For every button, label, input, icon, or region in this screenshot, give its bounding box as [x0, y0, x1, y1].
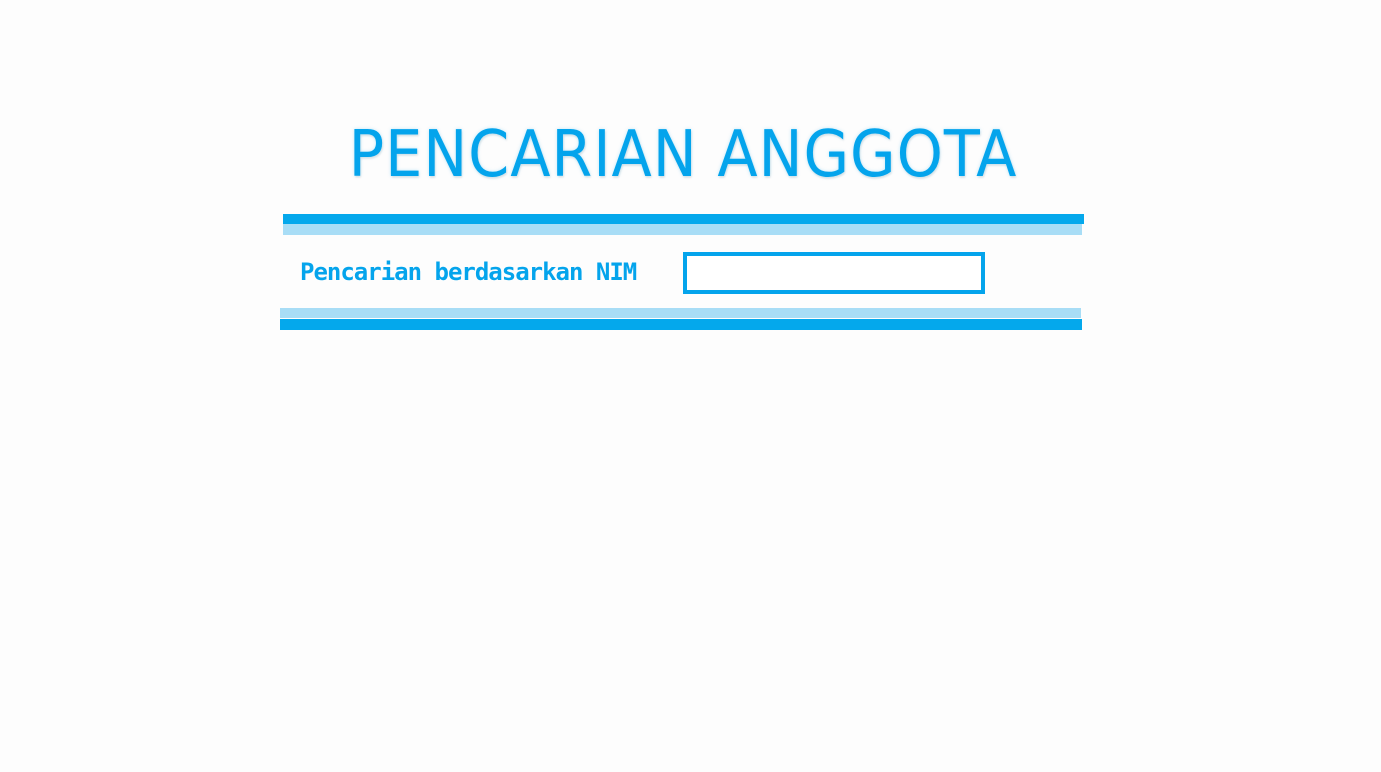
page-title: PENCARIAN ANGGOTA [348, 118, 1018, 192]
search-label: Pencarian berdasarkan NIM [300, 258, 637, 286]
nim-search-input[interactable] [683, 252, 985, 294]
top-divider-dark [283, 214, 1084, 224]
bottom-divider-light [280, 308, 1081, 318]
top-divider-light [283, 224, 1082, 235]
page: PENCARIAN ANGGOTA Pencarian berdasarkan … [0, 0, 1381, 772]
bottom-divider-dark [280, 319, 1082, 330]
